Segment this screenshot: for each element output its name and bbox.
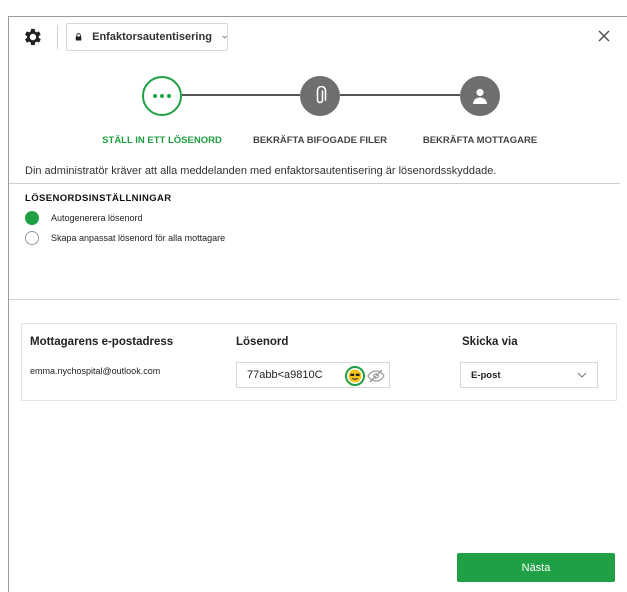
password-field[interactable] (236, 362, 390, 388)
option-custom-password[interactable]: Skapa anpassat lösenord för alla mottaga… (25, 231, 225, 245)
step-label-confirm-recipients: BEKRÄFTA MOTTAGARE (422, 135, 538, 146)
dialog: Enfaktorsautentisering STÄLL IN ETT LÖSE… (8, 16, 627, 592)
step-set-password (142, 76, 182, 116)
admin-requirement-text: Din administratör kräver att alla meddel… (25, 165, 497, 177)
chevron-down-icon (222, 35, 227, 39)
chevron-down-icon (577, 372, 587, 378)
send-via-value: E-post (471, 369, 501, 381)
column-header-password: Lösenord (236, 336, 289, 348)
option-label: Autogenerera lösenord (51, 213, 143, 223)
radio-auto-generate[interactable] (25, 211, 39, 225)
step-label-confirm-attachments: BEKRÄFTA BIFOGADE FILER (252, 135, 388, 146)
step-confirm-attachments (300, 76, 340, 116)
title-bar: Enfaktorsautentisering (9, 17, 627, 57)
divider (9, 183, 620, 184)
option-label: Skapa anpassat lösenord för alla mottaga… (51, 233, 226, 243)
gear-icon[interactable] (21, 26, 43, 48)
lock-icon (75, 33, 82, 41)
password-input[interactable] (247, 369, 347, 381)
next-button[interactable]: Nästa (457, 553, 615, 582)
title-separator (57, 25, 58, 49)
authentication-mode-label: Enfaktorsautentisering (92, 31, 212, 43)
person-icon (473, 88, 487, 104)
column-header-email: Mottagarens e-postadress (30, 336, 174, 348)
column-header-send-via: Skicka via (462, 336, 518, 348)
ellipsis-icon (153, 94, 171, 98)
eye-hidden-icon[interactable] (367, 368, 385, 384)
divider (9, 299, 620, 300)
option-auto-generate[interactable]: Autogenerera lösenord (25, 211, 143, 225)
recipients-table: Mottagarens e-postadress Lösenord Skicka… (21, 323, 617, 401)
radio-custom-password[interactable] (25, 231, 39, 245)
authentication-mode-dropdown[interactable]: Enfaktorsautentisering (66, 23, 228, 51)
stepper-connector (182, 94, 300, 96)
send-via-dropdown[interactable]: E-post (460, 362, 598, 388)
step-confirm-recipients (460, 76, 500, 116)
recipient-email: emma.nychospital@outlook.com (30, 366, 161, 376)
emoji-icon[interactable] (345, 366, 365, 386)
progress-stepper: STÄLL IN ETT LÖSENORD BEKRÄFTA BIFOGADE … (9, 73, 627, 146)
paperclip-icon (316, 86, 327, 104)
password-settings-heading: LÖSENORDSINSTÄLLNINGAR (25, 193, 172, 204)
smiley-sunglasses-icon (348, 369, 362, 383)
stepper-connector (340, 94, 460, 96)
close-icon[interactable] (597, 29, 611, 43)
step-label-set-password: STÄLL IN ETT LÖSENORD (102, 135, 222, 146)
